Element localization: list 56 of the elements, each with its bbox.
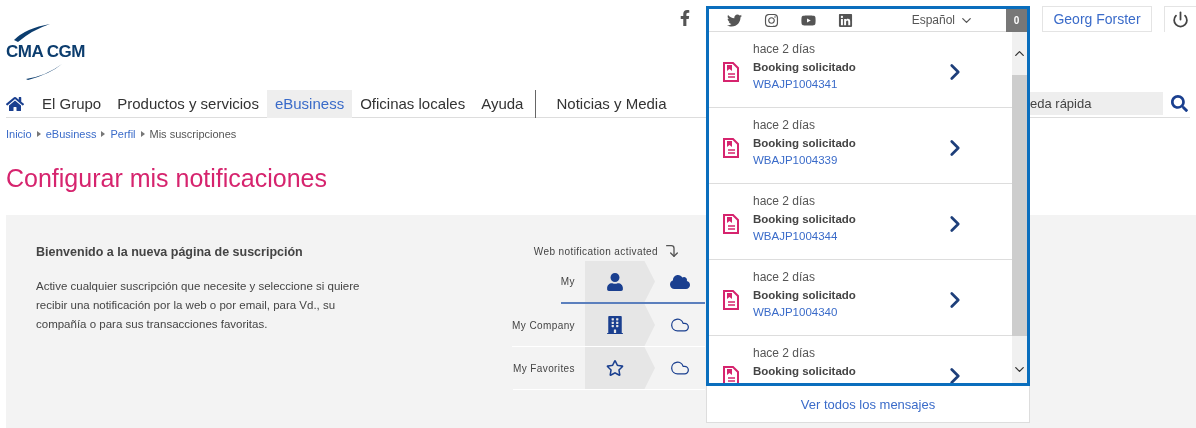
bird-icon[interactable] <box>727 12 742 28</box>
notification-time: hace 2 días <box>753 118 817 132</box>
logout-button[interactable] <box>1164 6 1196 32</box>
star-icon <box>606 359 624 377</box>
document-icon <box>723 366 739 383</box>
breadcrumb-link[interactable]: Inicio <box>6 128 32 140</box>
notification-time: hace 2 días <box>753 270 817 284</box>
notification-title: Booking solicitado <box>753 365 857 377</box>
language-dropdown[interactable]: Español <box>911 12 974 28</box>
row-label: My Favorites <box>512 362 575 374</box>
notification-title: Booking solicitado <box>753 213 857 225</box>
document-icon <box>723 290 739 310</box>
search-icon[interactable] <box>1171 95 1188 112</box>
breadcrumb-link[interactable]: Perfil <box>110 128 136 140</box>
home-icon[interactable] <box>6 94 24 113</box>
document-icon <box>723 138 739 158</box>
intro-heading: Bienvenido a la nueva página de suscripción <box>36 245 304 259</box>
nav-item[interactable]: El Grupo <box>34 89 110 118</box>
curved-arrow-icon <box>664 243 680 259</box>
power-icon <box>1172 11 1189 28</box>
all-messages-link[interactable]: Ver todos los mensajes <box>706 386 1030 423</box>
nav-item[interactable]: Productos y servicios <box>109 89 267 118</box>
notification-time: hace 2 días <box>753 346 817 360</box>
category-cell[interactable] <box>585 261 655 302</box>
nav-item[interactable]: Oficinas locales <box>352 89 474 118</box>
nav-item[interactable]: Noticias y Media <box>535 89 675 118</box>
notification-time: hace 2 días <box>753 42 817 56</box>
logo[interactable]: CMA CGM <box>6 43 90 61</box>
breadcrumb-link[interactable]: eBusiness <box>45 128 97 140</box>
intro-text: Active cualquier suscripción que necesite y seleccione si quiere recibir una notificación por la web o por email, para Vd., su compañía o para sus transacciones favoritas. <box>36 279 361 332</box>
page-title: Configurar mis notificaciones <box>6 164 327 194</box>
breadcrumb-current[interactable]: Mis suscripciones <box>149 128 237 140</box>
notification-title: Booking solicitado <box>753 289 857 301</box>
scrollbar-thumb[interactable] <box>1012 75 1027 336</box>
building-icon <box>606 316 624 334</box>
person-icon <box>606 272 624 291</box>
count-badge: 0 <box>1006 8 1027 32</box>
booking-link[interactable]: WBAJP1004339 <box>753 154 942 166</box>
nav-item[interactable]: Ayuda <box>473 89 532 118</box>
nav-item[interactable]: eBusiness <box>266 89 353 118</box>
camera-icon[interactable] <box>764 12 779 28</box>
notification-title: Booking solicitado <box>753 137 857 149</box>
document-icon <box>723 214 739 234</box>
category-cell[interactable] <box>585 347 655 389</box>
caption: Web notification activated <box>533 245 658 257</box>
booking-link[interactable]: WBAJP1004340 <box>753 306 942 318</box>
row-label: My Company <box>512 319 575 331</box>
category-cell[interactable] <box>585 304 655 346</box>
booking-link[interactable]: WBAJP1004344 <box>753 230 942 242</box>
user-button[interactable]: Georg Forster <box>1042 6 1152 32</box>
document-icon <box>723 62 739 82</box>
in-logo-icon[interactable] <box>838 12 853 28</box>
row-label: My <box>560 276 575 287</box>
notification-time: hace 2 días <box>753 194 817 208</box>
notification-title: Booking solicitado <box>753 61 857 73</box>
booking-link[interactable]: WBAJP1004341 <box>753 78 942 90</box>
